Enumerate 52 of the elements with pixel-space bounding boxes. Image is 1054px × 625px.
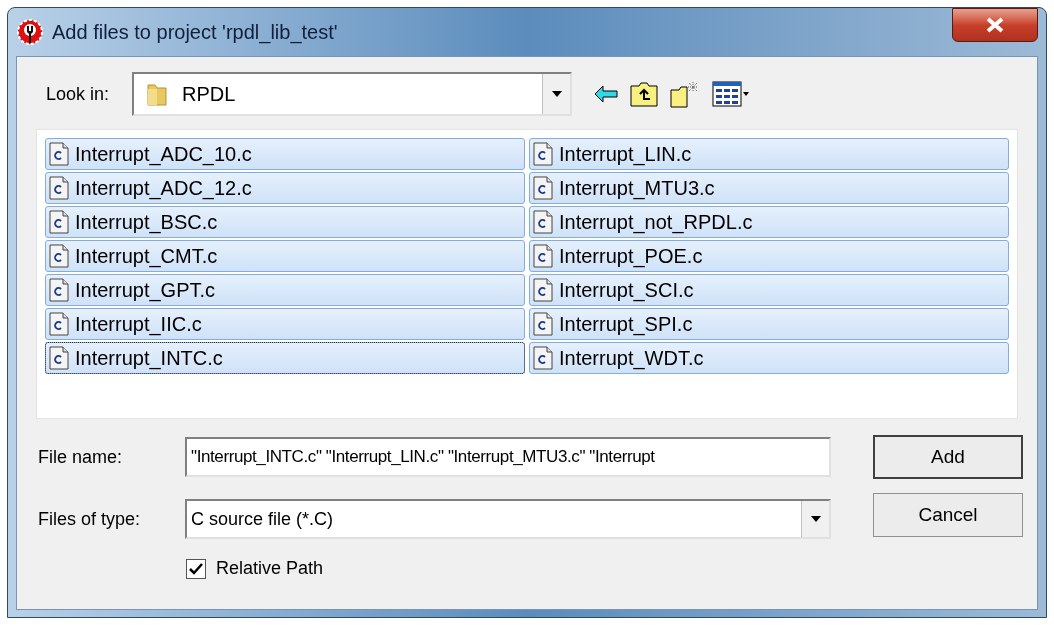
c-file-icon [49, 346, 69, 370]
file-item[interactable]: Interrupt_GPT.c [45, 274, 525, 306]
dropdown-arrow-button[interactable] [801, 501, 829, 537]
close-button[interactable] [952, 8, 1038, 42]
file-item[interactable]: Interrupt_ADC_12.c [45, 172, 525, 204]
back-arrow-icon[interactable] [594, 85, 618, 103]
look-in-label: Look in: [46, 82, 111, 106]
relative-path-checkbox[interactable] [186, 558, 206, 579]
file-item[interactable]: Interrupt_IIC.c [45, 308, 525, 340]
c-file-icon [533, 312, 553, 336]
look-in-value: RPDL [182, 82, 237, 107]
c-file-icon [49, 142, 69, 166]
dropdown-arrow-button[interactable] [542, 74, 570, 114]
file-item[interactable]: Interrupt_BSC.c [45, 206, 525, 238]
view-menu-icon[interactable] [712, 81, 750, 107]
c-file-icon [533, 176, 553, 200]
file-item[interactable]: Interrupt_CMT.c [45, 240, 525, 272]
file-item[interactable]: Interrupt_POE.c [529, 240, 1009, 272]
new-folder-icon[interactable] [670, 80, 700, 108]
folder-icon [146, 81, 168, 107]
file-item[interactable]: Interrupt_not_RPDL.c [529, 206, 1009, 238]
file-item[interactable]: Interrupt_LIN.c [529, 138, 1009, 170]
caret-icon [550, 90, 563, 98]
file-item[interactable]: Interrupt_ADC_10.c [45, 138, 525, 170]
c-file-icon [49, 176, 69, 200]
look-in-dropdown[interactable]: RPDL [132, 72, 572, 116]
file-name-field[interactable]: "Interrupt_INTC.c" "Interrupt_LIN.c" "Interrupt_MTU3.c" "Interrupt [185, 437, 831, 477]
c-file-icon [49, 278, 69, 302]
file-item[interactable]: Interrupt_WDT.c [529, 342, 1009, 374]
c-file-icon [49, 244, 69, 268]
relative-path-label: Relative Path [216, 557, 324, 580]
file-name-label: File name: [37, 445, 124, 469]
file-item[interactable]: Interrupt_SCI.c [529, 274, 1009, 306]
c-file-icon [533, 210, 553, 234]
file-item[interactable]: Interrupt_SPI.c [529, 308, 1009, 340]
gear-wrench-icon [16, 18, 44, 46]
dialog-button[interactable]: Add [873, 435, 1023, 479]
file-item[interactable]: Interrupt_INTC.c [45, 342, 525, 374]
c-file-icon [533, 142, 553, 166]
dialog-button[interactable]: Cancel [873, 493, 1023, 537]
window-title: Add files to project 'rpdl_lib_test' [52, 20, 338, 46]
files-of-type-dropdown[interactable]: C source file (*.C) [185, 499, 831, 539]
c-file-icon [533, 278, 553, 302]
file-item[interactable]: Interrupt_MTU3.c [529, 172, 1009, 204]
c-file-icon [533, 244, 553, 268]
close-icon [985, 17, 1005, 33]
caret-icon [809, 515, 822, 523]
up-folder-icon[interactable] [630, 81, 658, 107]
c-file-icon [49, 312, 69, 336]
c-file-icon [533, 346, 553, 370]
c-file-icon [49, 210, 69, 234]
files-of-type-label: Files of type: [37, 507, 142, 531]
